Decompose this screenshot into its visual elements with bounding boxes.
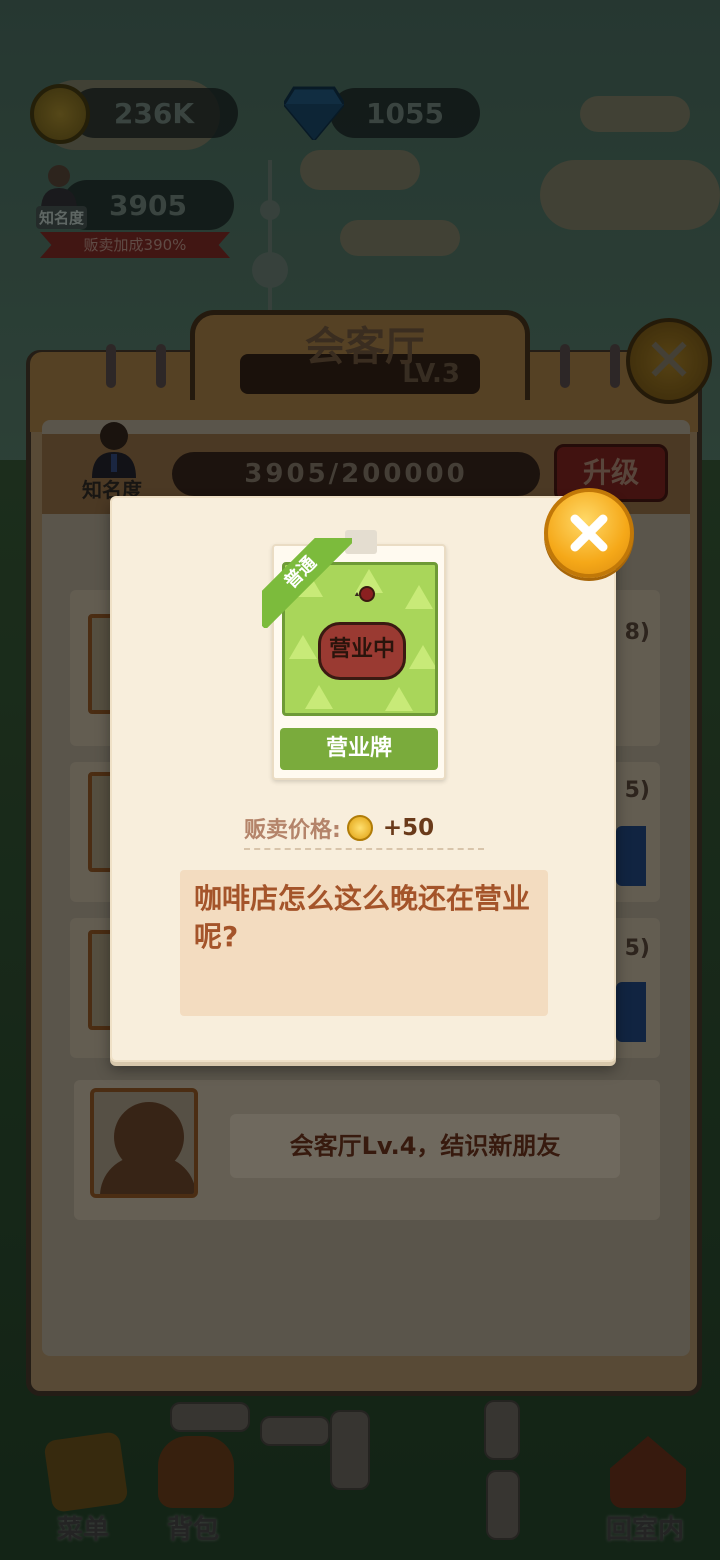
item-name: 营业牌 [280, 728, 438, 770]
divider [244, 848, 484, 850]
sale-price-label: 贩卖价格: [244, 818, 341, 843]
art-pattern [289, 635, 317, 659]
art-pattern [385, 687, 413, 711]
item-description: 咖啡店怎么这么晚还在营业呢? [180, 870, 548, 1016]
art-pattern [409, 645, 435, 669]
rarity-label: 普通 [262, 538, 352, 628]
art-pattern [405, 585, 433, 609]
sale-price-value: +50 [382, 815, 435, 841]
modal-close-button[interactable] [544, 488, 634, 578]
open-sign-icon: 营业中 [318, 622, 406, 680]
coin-icon [346, 815, 373, 841]
art-pattern [305, 685, 333, 709]
close-icon [570, 514, 608, 552]
sale-price-row: 贩卖价格: +50 [244, 808, 484, 848]
sign-hook [359, 586, 375, 602]
rarity-ribbon: 普通 [262, 538, 352, 628]
